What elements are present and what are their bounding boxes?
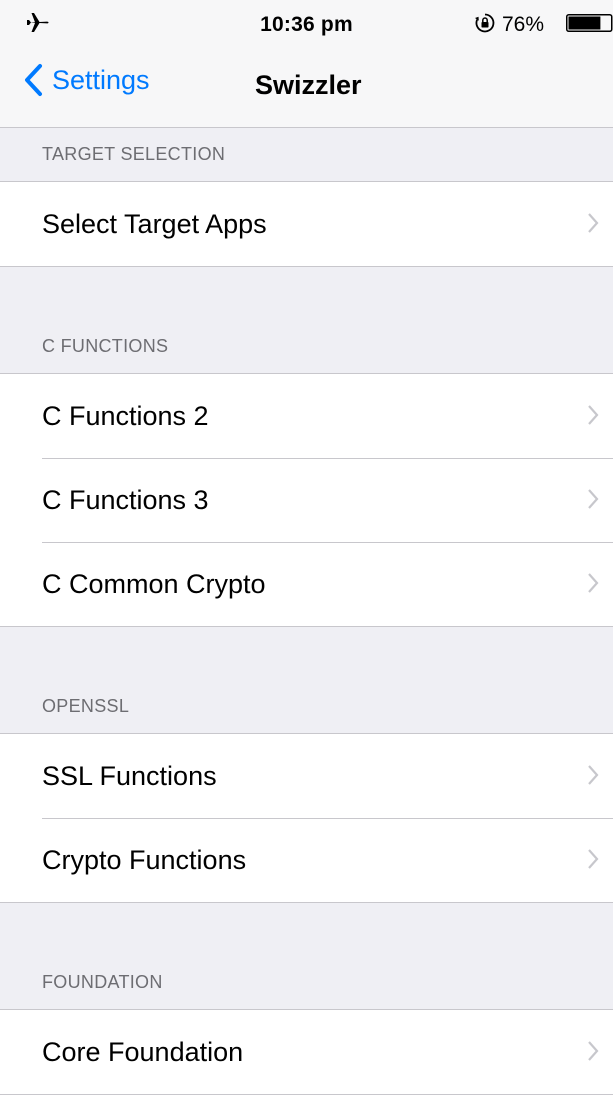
chevron-right-icon xyxy=(588,489,599,509)
list-item[interactable]: Crypto Functions xyxy=(0,818,613,902)
chevron-right-icon xyxy=(588,405,599,425)
navigation-bar: Settings Swizzler xyxy=(0,44,613,128)
settings-list: TARGET SELECTION Select Target Apps C FU… xyxy=(0,128,613,1095)
section-group: Select Target Apps xyxy=(0,182,613,267)
page-title: Swizzler xyxy=(255,70,362,100)
list-item-label: SSL Functions xyxy=(42,760,217,791)
list-item[interactable]: C Functions 2 xyxy=(0,374,613,458)
chevron-right-icon xyxy=(588,849,599,869)
chevron-right-icon xyxy=(588,765,599,785)
list-item-label: Core Foundation xyxy=(42,1036,244,1067)
list-item-label: C Functions 3 xyxy=(42,484,209,515)
section-group: C Functions 2 C Functions 3 C Common Cry… xyxy=(0,374,613,627)
list-item[interactable]: C Common Crypto xyxy=(0,542,613,626)
section-header: C FUNCTIONS xyxy=(0,267,613,374)
list-item-label: C Functions 2 xyxy=(42,400,209,431)
list-item-label: Select Target Apps xyxy=(42,208,267,239)
chevron-right-icon xyxy=(588,213,599,233)
section-header: FOUNDATION xyxy=(0,903,613,1010)
list-item[interactable]: Core Foundation xyxy=(0,1010,613,1094)
list-item-label: Crypto Functions xyxy=(42,844,247,875)
top-bar: 10:36 pm 76% Settings Swizzler xyxy=(0,0,613,128)
back-label: Settings xyxy=(52,64,150,95)
list-item[interactable]: SSL Functions xyxy=(0,734,613,818)
orientation-lock-icon xyxy=(475,13,495,33)
battery-percent: 76% xyxy=(502,13,545,36)
chevron-right-icon xyxy=(588,573,599,593)
list-item[interactable]: C Functions 3 xyxy=(0,458,613,542)
section-header: OPENSSL xyxy=(0,627,613,734)
section-header: TARGET SELECTION xyxy=(0,128,613,182)
back-chevron-icon xyxy=(25,64,42,96)
section-group: Core Foundation xyxy=(0,1010,613,1095)
list-item-label: C Common Crypto xyxy=(42,568,266,599)
section-group: SSL Functions Crypto Functions xyxy=(0,734,613,903)
list-item[interactable]: Select Target Apps xyxy=(0,182,613,266)
battery-icon xyxy=(566,14,613,32)
back-button[interactable]: Settings xyxy=(22,60,150,100)
status-bar: 10:36 pm 76% xyxy=(0,0,613,44)
chevron-right-icon xyxy=(588,1041,599,1061)
